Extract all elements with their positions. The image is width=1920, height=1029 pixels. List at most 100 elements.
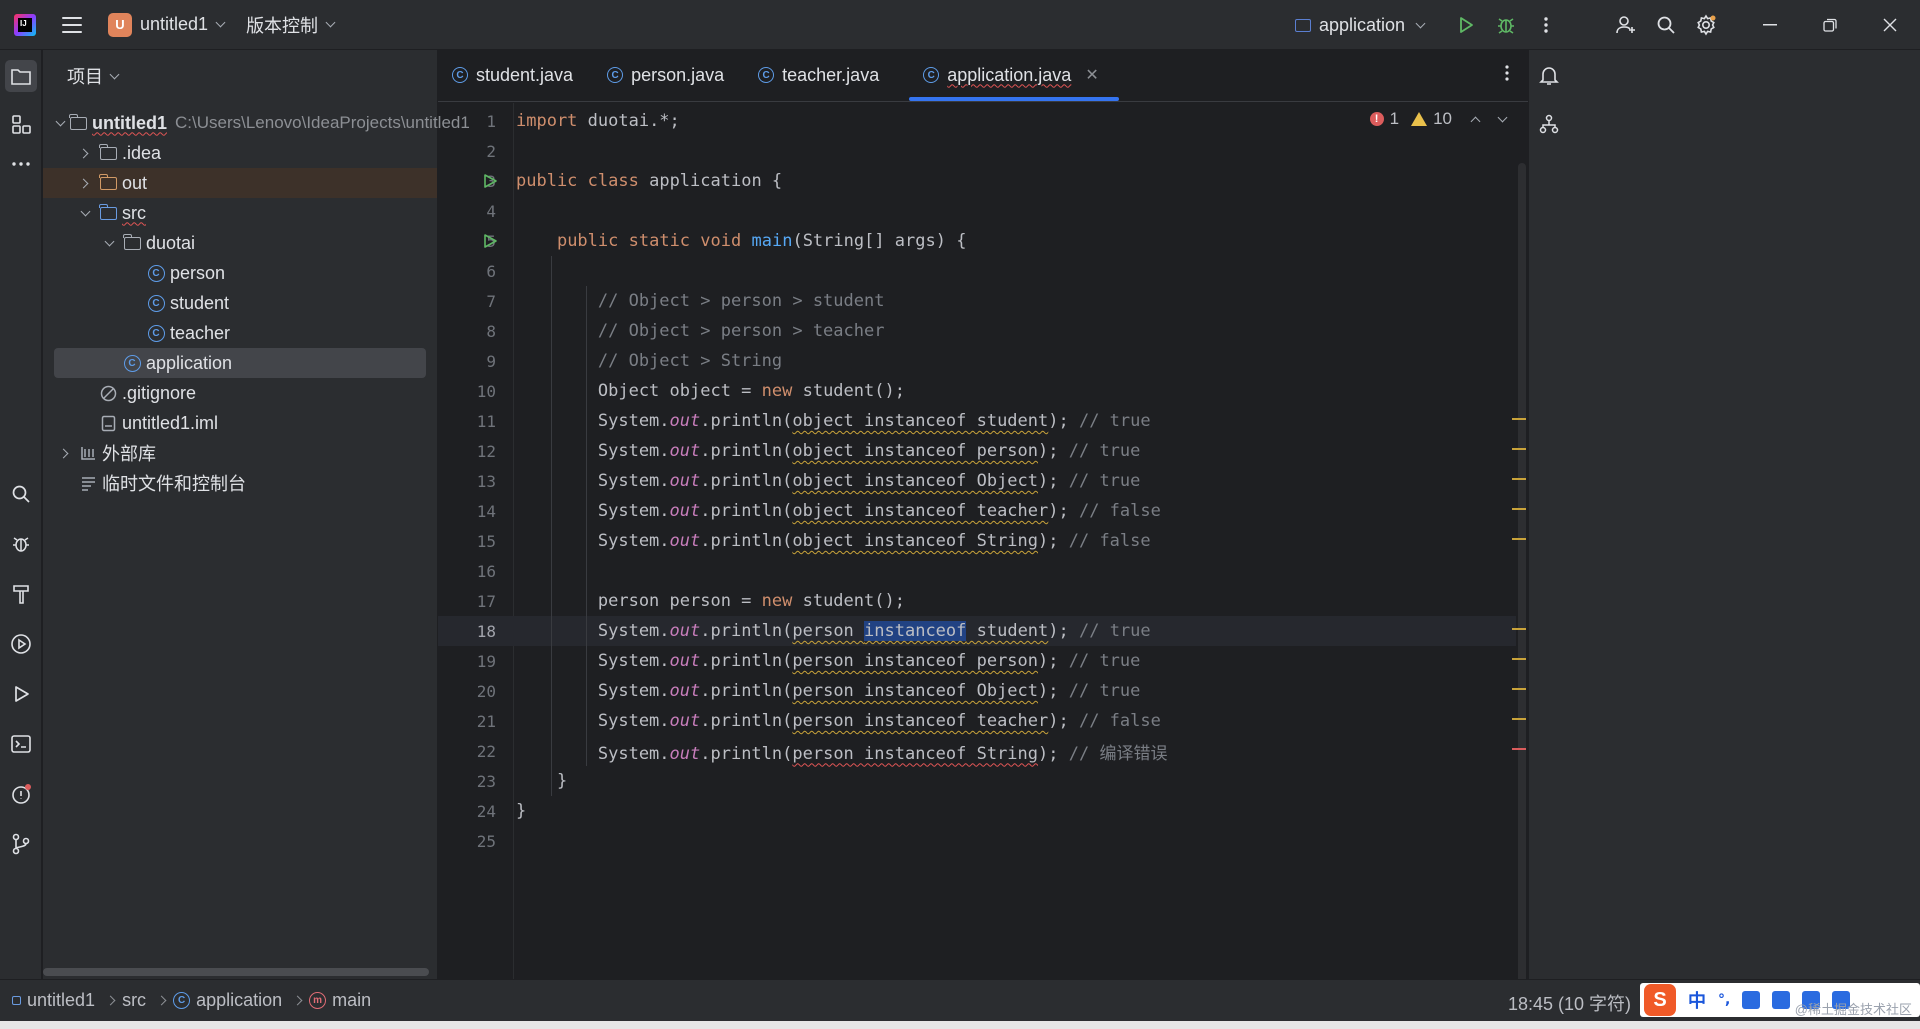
error-stripe-marker[interactable] [1512, 448, 1526, 450]
error-stripe-marker[interactable] [1512, 418, 1526, 420]
tab-student-java[interactable]: C student.java [438, 49, 593, 101]
line-number[interactable]: 2 [438, 142, 496, 161]
error-stripe-marker[interactable] [1512, 538, 1526, 540]
debug-tool-icon[interactable] [5, 528, 37, 560]
code-text[interactable]: System.out.println(object instanceof per… [516, 441, 1141, 461]
run-gutter-icon[interactable] [482, 233, 498, 249]
code-text[interactable]: // Object > person > student [516, 291, 885, 311]
line-number[interactable]: 17 [438, 592, 496, 611]
line-number[interactable]: 9 [438, 352, 496, 371]
code-text[interactable]: public class application { [516, 171, 782, 191]
line-number[interactable]: 8 [438, 322, 496, 341]
tree-item-src[interactable]: src [43, 198, 437, 228]
line-number[interactable]: 15 [438, 532, 496, 551]
tree-item-duotai[interactable]: duotai [43, 228, 437, 258]
code-line[interactable]: 25 [438, 826, 1516, 856]
line-number[interactable]: 22 [438, 742, 496, 761]
expand-arrow-icon[interactable] [77, 175, 93, 191]
code-text[interactable]: System.out.println(person instanceof tea… [516, 711, 1161, 731]
code-text[interactable]: System.out.println(person instanceof Str… [516, 739, 1168, 764]
sogou-logo-icon[interactable]: S [1644, 984, 1676, 1016]
error-stripe-marker[interactable] [1512, 628, 1526, 630]
expand-arrow-icon[interactable] [57, 445, 73, 461]
tree-item-external-libs[interactable]: 外部库 [43, 438, 437, 468]
structure-tool-icon[interactable] [5, 108, 37, 140]
services-tool-icon[interactable] [5, 628, 37, 660]
code-line[interactable]: 9 // Object > String [438, 346, 1516, 376]
code-text[interactable]: import duotai.*; [516, 111, 680, 131]
ime-language[interactable]: 中 [1688, 987, 1706, 1013]
line-number[interactable]: 12 [438, 442, 496, 461]
line-number[interactable]: 19 [438, 652, 496, 671]
close-window-button[interactable] [1860, 0, 1920, 50]
error-stripe-marker[interactable] [1512, 508, 1526, 510]
line-number[interactable]: 4 [438, 202, 496, 221]
run-icon[interactable] [1446, 5, 1486, 45]
code-text[interactable]: public static void main(String[] args) { [516, 231, 967, 251]
tree-item-gitignore[interactable]: .gitignore [43, 378, 437, 408]
notifications-icon[interactable] [1533, 60, 1565, 92]
run-config-selector[interactable]: application [1294, 15, 1426, 36]
project-scrollbar[interactable] [43, 968, 429, 976]
add-user-icon[interactable] [1606, 5, 1646, 45]
error-stripe-marker[interactable] [1512, 478, 1526, 480]
search-icon[interactable] [1646, 5, 1686, 45]
more-tools-icon[interactable] [5, 148, 37, 180]
code-text[interactable]: System.out.println(person instanceof Obj… [516, 681, 1141, 701]
tree-item-untitled1[interactable]: untitled1 C:\Users\Lenovo\IdeaProjects\u… [43, 108, 470, 138]
editor-scrollbar[interactable] [1518, 163, 1526, 983]
git-tool-icon[interactable] [5, 828, 37, 860]
expand-arrow-icon[interactable] [77, 145, 93, 161]
breadcrumb-class[interactable]: C application [173, 990, 282, 1011]
line-number[interactable]: 11 [438, 412, 496, 431]
project-switcher[interactable]: untitled1 [140, 14, 226, 35]
breadcrumb-project[interactable]: untitled1 [12, 990, 95, 1011]
tree-item-iml[interactable]: untitled1.iml [43, 408, 437, 438]
restore-button[interactable] [1800, 0, 1860, 50]
error-stripe-marker[interactable] [1512, 658, 1526, 660]
code-text[interactable]: } [516, 801, 526, 821]
code-text[interactable]: // Object > person > teacher [516, 321, 885, 341]
terminal-tool-icon[interactable] [5, 728, 37, 760]
code-line[interactable]: 5 public static void main(String[] args)… [438, 226, 1516, 256]
hamburger-menu-icon[interactable] [62, 16, 82, 33]
vcs-menu[interactable]: 版本控制 [246, 12, 336, 38]
code-text[interactable]: System.out.println(person instanceof stu… [516, 621, 1151, 641]
breadcrumb-method[interactable]: m main [309, 990, 371, 1011]
code-text[interactable]: } [516, 771, 567, 791]
expand-arrow-icon[interactable] [101, 235, 117, 251]
code-line[interactable]: 2 [438, 136, 1516, 166]
code-line[interactable]: 8 // Object > person > teacher [438, 316, 1516, 346]
line-number[interactable]: 6 [438, 262, 496, 281]
minimize-button[interactable] [1740, 0, 1800, 50]
code-line[interactable]: 7 // Object > person > student [438, 286, 1516, 316]
more-vertical-icon[interactable] [1526, 5, 1566, 45]
code-text[interactable]: person person = new student(); [516, 591, 905, 611]
code-line[interactable]: 12 System.out.println(object instanceof … [438, 436, 1516, 466]
tree-item-person[interactable]: C person [43, 258, 437, 288]
cursor-position[interactable]: 18:45 (10 字符) [1508, 990, 1631, 1016]
chevron-up-icon[interactable] [1470, 116, 1481, 126]
run-tool-icon[interactable] [5, 678, 37, 710]
project-panel-header[interactable]: 项目 [43, 50, 437, 102]
code-line[interactable]: 20 System.out.println(person instanceof … [438, 676, 1516, 706]
code-line[interactable]: 22 System.out.println(person instanceof … [438, 736, 1516, 766]
tree-item-scratches[interactable]: 临时文件和控制台 [43, 468, 437, 498]
line-number[interactable]: 25 [438, 832, 496, 851]
error-stripe-marker[interactable] [1512, 718, 1526, 720]
code-line[interactable]: 15 System.out.println(object instanceof … [438, 526, 1516, 556]
code-line[interactable]: 3 public class application { [438, 166, 1516, 196]
code-text[interactable]: System.out.println(object instanceof Obj… [516, 471, 1141, 491]
code-text[interactable]: // Object > String [516, 351, 782, 371]
line-number[interactable]: 23 [438, 772, 496, 791]
ime-toolbar[interactable]: S 中 °, @稀土掘金技术社区 [1640, 983, 1920, 1017]
expand-arrow-icon[interactable] [55, 115, 66, 131]
code-line[interactable]: 1 import duotai.*; [438, 106, 1516, 136]
code-line[interactable]: 18 System.out.println(person instanceof … [438, 616, 1516, 646]
code-line[interactable]: 17 person person = new student(); [438, 586, 1516, 616]
app-logo-icon[interactable]: IJ [14, 13, 36, 36]
line-number[interactable]: 10 [438, 382, 496, 401]
code-text[interactable]: System.out.println(object instanceof Str… [516, 531, 1151, 551]
line-number[interactable]: 20 [438, 682, 496, 701]
code-line[interactable]: 10 Object object = new student(); [438, 376, 1516, 406]
